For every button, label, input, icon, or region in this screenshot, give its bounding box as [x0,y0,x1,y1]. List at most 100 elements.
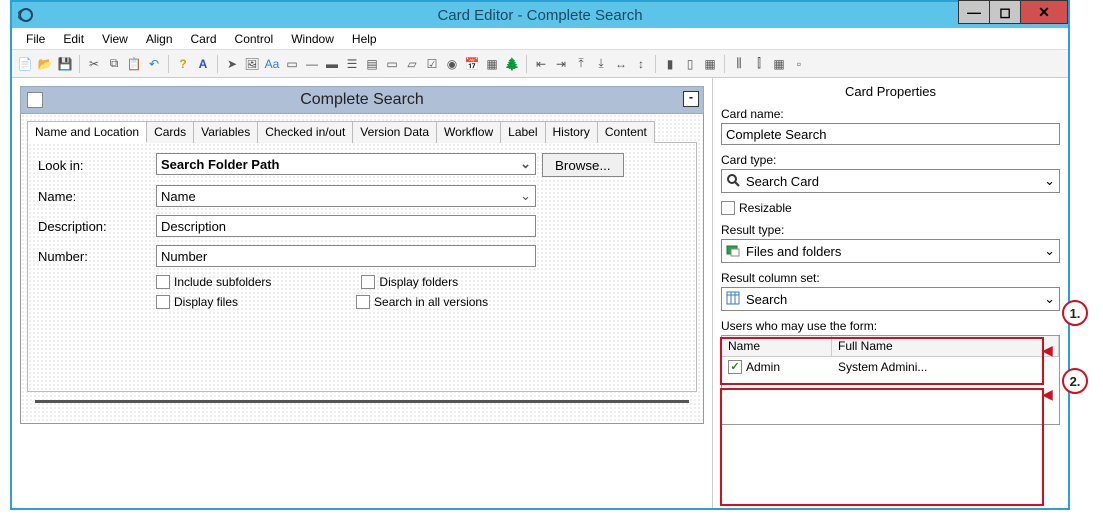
card-icon[interactable]: ▦ [483,55,501,73]
check-include-subfolders[interactable]: Include subfolders [156,275,271,289]
new-icon[interactable]: 📄 [16,55,34,73]
menu-help[interactable]: Help [344,30,385,48]
check-icon[interactable]: ☑ [423,55,441,73]
result-colset-combo[interactable]: Search ⌄ [721,287,1060,311]
window-title: Card Editor - Complete Search [437,7,642,24]
card-type-combo[interactable]: Search Card ⌄ [721,169,1060,193]
table-row[interactable]: ✓ Admin System Admini... [722,357,1059,377]
checkbox-icon [721,201,735,215]
tab-label[interactable]: Label [500,121,545,143]
chevron-down-icon: ⌄ [520,156,531,172]
align-left-icon[interactable]: ⇤ [532,55,550,73]
check-resizable[interactable]: Resizable [721,201,1060,215]
group-icon[interactable]: ▦ [701,55,719,73]
align-right-icon[interactable]: ⇥ [552,55,570,73]
look-in-combo[interactable]: Search Folder Path ⌄ [156,153,536,175]
menu-edit[interactable]: Edit [55,30,92,48]
header-name[interactable]: Name [722,336,832,356]
pointer-icon[interactable]: ➤ [223,55,241,73]
date-icon[interactable]: 📅 [463,55,481,73]
open-icon[interactable]: 📂 [36,55,54,73]
check-display-folders[interactable]: Display folders [361,275,458,289]
check-label: Include subfolders [174,275,271,289]
list-icon[interactable]: ▤ [363,55,381,73]
columns-icon [726,291,742,307]
check-display-files[interactable]: Display files [156,295,238,309]
toolbar: 📄 📂 💾 ✂ ⧉ 📋 ↶ ? A ➤ 🖼 Aa ▭ — ▬ ☰ ▤ ▭ ▱ ☑… [12,50,1068,78]
tab-content[interactable]: Content [597,121,655,143]
design-canvas: Complete Search - Name and Location Card… [12,78,712,508]
search-icon [726,173,742,189]
help-icon[interactable]: ? [174,55,192,73]
header-full-name[interactable]: Full Name [832,336,1059,356]
tab-version-data[interactable]: Version Data [352,121,437,143]
line-icon[interactable]: — [303,55,321,73]
text-icon[interactable]: Aa [263,55,281,73]
maximize-button[interactable]: ◻ [989,0,1021,24]
send-back-icon[interactable]: ▯ [681,55,699,73]
font-icon[interactable]: A [194,55,212,73]
tab-checked-in-out[interactable]: Checked in/out [257,121,353,143]
dist-v-icon[interactable]: ⫿ [750,55,768,73]
bring-front-icon[interactable]: ▮ [661,55,679,73]
result-type-combo[interactable]: Files and folders ⌄ [721,239,1060,263]
card-type-value: Search Card [746,174,819,189]
tree-icon[interactable]: 🌲 [503,55,521,73]
tab-cards[interactable]: Cards [146,121,194,143]
tab-history[interactable]: History [545,121,598,143]
tab-content: Look in: Search Folder Path ⌄ Browse... [27,142,697,392]
label-card-type: Card type: [721,153,1060,167]
button-icon[interactable]: ▭ [383,55,401,73]
user-name: Admin [746,360,780,374]
card-header: Complete Search - [20,86,704,114]
callout-2: 2. [1062,368,1088,394]
card-minimize-button[interactable]: - [683,91,699,107]
radio-icon[interactable]: ◉ [443,55,461,73]
snap-icon[interactable]: ▫ [790,55,808,73]
sameheight-icon[interactable]: ↕ [632,55,650,73]
tab-workflow[interactable]: Workflow [436,121,501,143]
checkbox-checked-icon[interactable]: ✓ [728,360,742,374]
menu-window[interactable]: Window [283,30,342,48]
checkbox-icon [356,295,370,309]
undo-icon[interactable]: ↶ [145,55,163,73]
tab-icon[interactable]: ▱ [403,55,421,73]
edit-icon[interactable]: ▬ [323,55,341,73]
paste-icon[interactable]: 📋 [125,55,143,73]
align-bottom-icon[interactable]: ⤓ [592,55,610,73]
table-header: Name Full Name [722,336,1059,357]
window-buttons: — ◻ ✕ [959,0,1068,24]
menu-card[interactable]: Card [183,30,225,48]
combo-icon[interactable]: ☰ [343,55,361,73]
look-in-value: Search Folder Path [161,157,279,172]
card-name-input[interactable] [721,123,1060,145]
users-table[interactable]: Name Full Name ✓ Admin System Admini... [721,335,1060,425]
menu-view[interactable]: View [94,30,136,48]
check-search-all-versions[interactable]: Search in all versions [356,295,488,309]
samewidth-icon[interactable]: ↔ [612,55,630,73]
menu-control[interactable]: Control [227,30,282,48]
dist-h-icon[interactable]: ⫼ [730,55,748,73]
name-combo[interactable]: Name ⌄ [156,185,536,207]
chevron-down-icon: ⌄ [520,188,531,204]
menu-align[interactable]: Align [138,30,181,48]
menubar: File Edit View Align Card Control Window… [12,28,1068,50]
image-icon[interactable]: 🖼 [243,55,261,73]
number-input[interactable] [156,245,536,267]
menu-file[interactable]: File [18,30,53,48]
minimize-button[interactable]: — [958,0,990,24]
properties-panel: Card Properties Card name: Card type: Se… [712,78,1068,508]
tab-name-location[interactable]: Name and Location [27,121,147,143]
tab-variables[interactable]: Variables [193,121,258,143]
frame-icon[interactable]: ▭ [283,55,301,73]
grid-icon[interactable]: ▦ [770,55,788,73]
callout-1: 1. [1062,300,1088,326]
browse-button[interactable]: Browse... [542,153,624,177]
align-top-icon[interactable]: ⤒ [572,55,590,73]
save-icon[interactable]: 💾 [56,55,74,73]
close-button[interactable]: ✕ [1020,0,1068,24]
description-input[interactable] [156,215,536,237]
divider [35,400,689,403]
cut-icon[interactable]: ✂ [85,55,103,73]
copy-icon[interactable]: ⧉ [105,55,123,73]
